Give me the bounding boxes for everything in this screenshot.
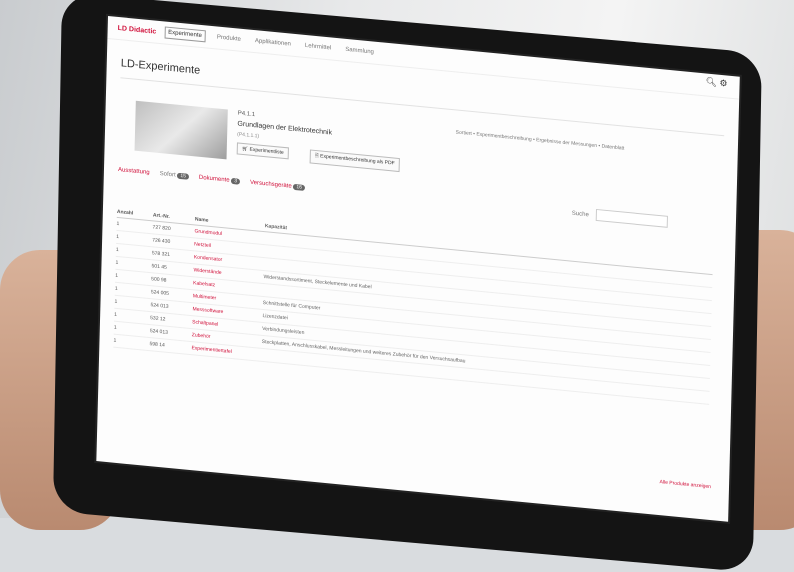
product-info: Sortiert • Experimentbeschreibung • Erge… — [455, 129, 625, 152]
article-number-cell: 726 430 — [152, 237, 171, 246]
tab-dokumente[interactable]: Dokumente 3 — [198, 174, 241, 185]
product-link[interactable]: Experimentiertafel — [191, 345, 261, 358]
experiment-list-label: Experimentliste — [249, 146, 284, 156]
quantity-cell: 1 — [116, 233, 120, 241]
tab-label: Dokumente — [198, 174, 230, 184]
nav-tab[interactable]: Produkte — [214, 32, 244, 45]
quantity-cell: 1 — [114, 285, 118, 293]
equipment-table: Anzahl Art.-Nr. Name Kapazität 1 727 820 G… — [113, 206, 713, 405]
quantity-cell: 1 — [115, 246, 119, 254]
tab-label: Ausstattung — [117, 167, 150, 177]
search-icon[interactable]: 🔍︎ — [705, 76, 717, 87]
page-title: LD-Experimente — [120, 57, 201, 77]
header-icons: 🔍︎ ⚙ — [705, 76, 727, 89]
count-badge: 16 — [293, 183, 306, 191]
article-number-cell: 500 98 — [151, 276, 167, 284]
quantity-cell: 1 — [113, 324, 117, 331]
quantity-cell: 1 — [116, 220, 120, 228]
quantity-cell: 1 — [115, 259, 119, 267]
column-header[interactable]: Art.-Nr. — [153, 212, 195, 222]
article-number-cell: 501 45 — [151, 263, 167, 271]
tab-label: Versuchsgeräte — [249, 179, 292, 190]
nav-tab[interactable]: Experimente — [164, 26, 207, 43]
quantity-cell: 1 — [113, 337, 117, 344]
tab-label: Sofort — [159, 171, 176, 179]
article-number-cell: 578 321 — [151, 250, 171, 259]
document-icon: 🗎 — [314, 152, 319, 160]
filter-label: Suche — [571, 210, 589, 219]
quantity-cell: 1 — [114, 311, 118, 318]
count-badge: 3 — [231, 177, 241, 185]
article-number-cell: 727 820 — [152, 224, 171, 233]
product-image — [134, 100, 228, 160]
pdf-button[interactable]: 🗎 Experimentbeschreibung als PDF — [309, 149, 400, 173]
nav-tab[interactable]: Lehrmittel — [302, 41, 335, 54]
product-number: P4.1.1 — [237, 110, 256, 119]
product-variant: (P4.1.1.1) — [237, 131, 260, 140]
tab-sofort[interactable]: Sofort 15 — [160, 171, 189, 180]
quantity-cell: 1 — [114, 298, 118, 305]
gear-icon[interactable]: ⚙ — [719, 78, 727, 89]
tab-ausstattung[interactable]: Ausstattung — [118, 167, 150, 176]
article-number-cell: 524 013 — [149, 328, 168, 336]
nav-tab[interactable]: Sammlung — [342, 45, 377, 58]
article-number-cell: 532 12 — [150, 315, 166, 323]
nav-tab[interactable]: Applikationen — [252, 36, 294, 50]
tab-versuchsgeraete[interactable]: Versuchsgeräte 16 — [249, 179, 306, 191]
article-number-cell: 524 013 — [150, 302, 169, 310]
count-badge: 15 — [177, 172, 189, 180]
experiment-list-button[interactable]: 🛒︎ Experimentliste — [236, 142, 289, 160]
article-number-cell: 524 005 — [150, 289, 170, 297]
article-number-cell: 598 14 — [149, 341, 165, 349]
pdf-label: Experimentbeschreibung als PDF — [320, 153, 395, 167]
column-header[interactable]: Anzahl — [117, 209, 153, 218]
cart-icon: 🛒︎ — [241, 145, 249, 153]
quantity-cell: 1 — [115, 272, 119, 280]
show-all-link[interactable]: Alle Produkte anzeigen — [659, 479, 711, 490]
detail-tabs: Ausstattung Sofort 15 Dokumente 3 Versuc… — [118, 167, 306, 191]
filter-input[interactable] — [595, 208, 668, 228]
brand-logo: LD Didactic — [117, 24, 157, 36]
tablet-screen: LD Didactic Experimente Produkte Applika… — [96, 16, 740, 522]
